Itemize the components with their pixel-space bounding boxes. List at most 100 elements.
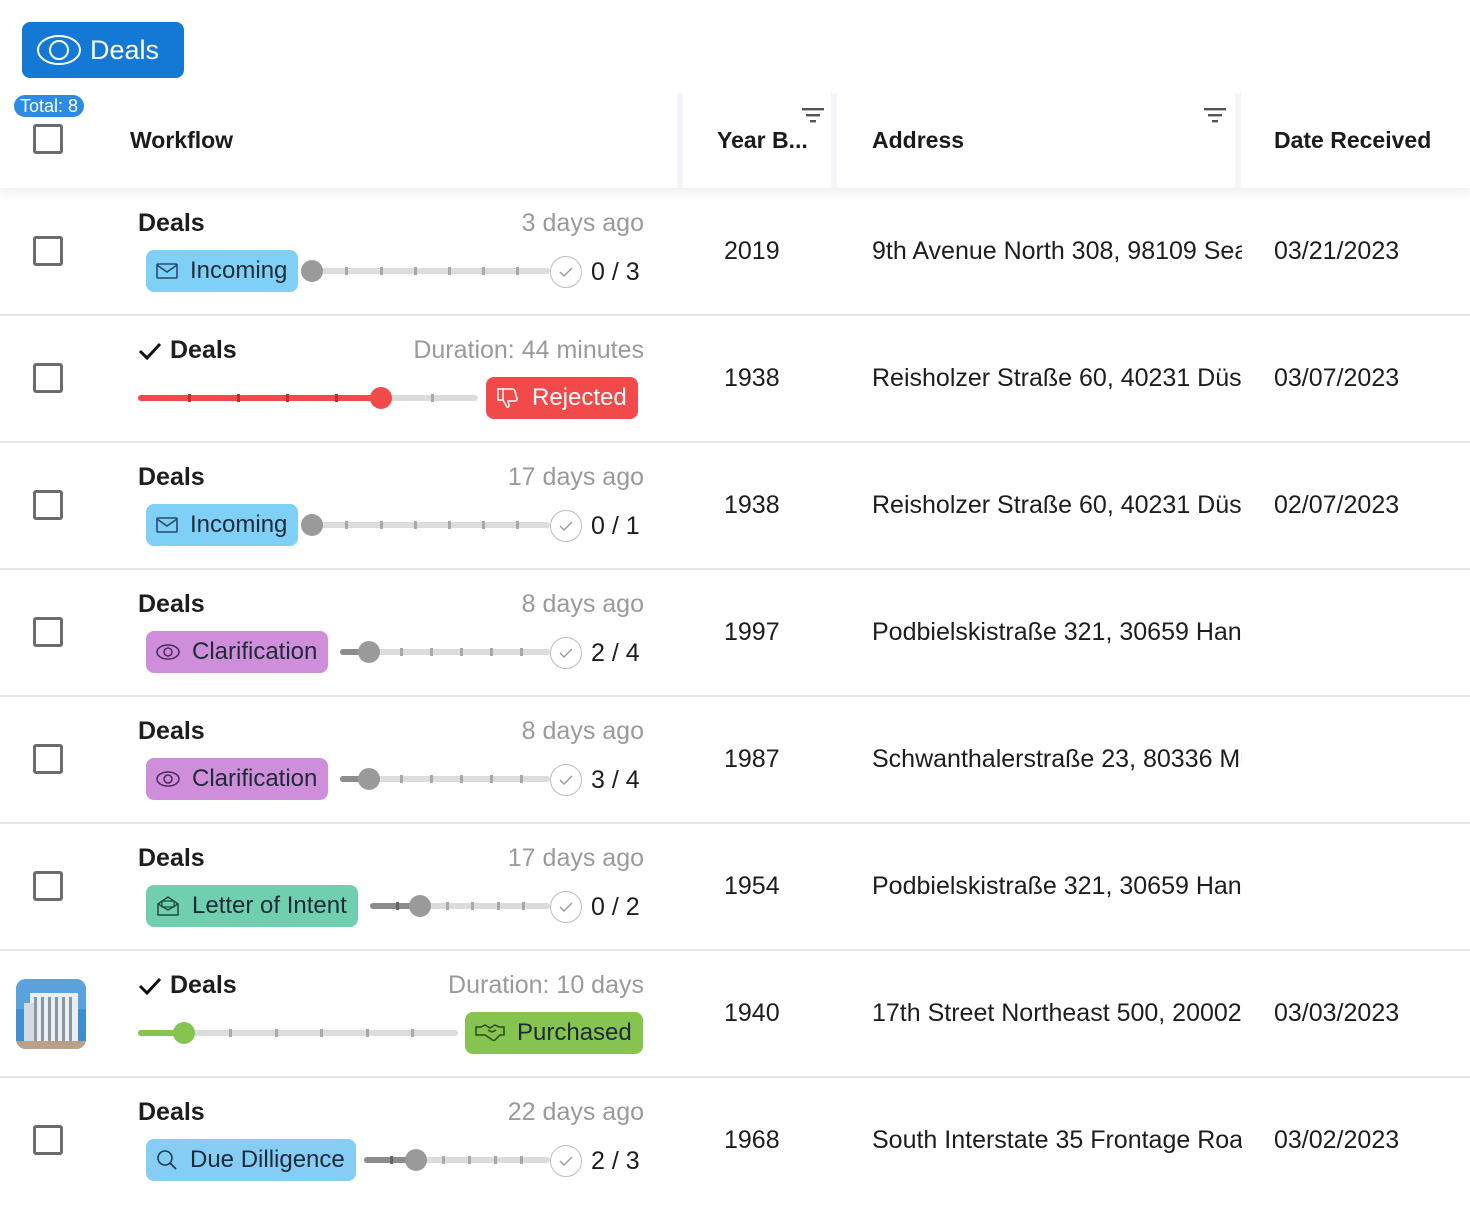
table-row[interactable]: Deals 17 days ago Incoming 0 / 1 1938 Re… xyxy=(0,443,1470,570)
progress-knob[interactable] xyxy=(358,641,380,663)
column-divider[interactable] xyxy=(677,93,683,188)
eye-icon xyxy=(156,643,180,661)
address-cell: Podbielskistraße 321, 30659 Hannover xyxy=(872,618,1242,646)
address-cell: South Interstate 35 Frontage Road xyxy=(872,1126,1242,1154)
address-cell: 9th Avenue North 308, 98109 Seattle xyxy=(872,237,1242,265)
column-divider[interactable] xyxy=(831,93,837,188)
thumbs-down-icon xyxy=(496,387,520,409)
table-row[interactable]: Deals 17 days ago Letter of Intent 0 / 2… xyxy=(0,824,1470,951)
workflow-duration: Duration: 44 minutes xyxy=(413,336,644,364)
address-cell: Reisholzer Straße 60, 40231 Düsseldorf xyxy=(872,364,1242,392)
year-built-cell: 1997 xyxy=(724,618,780,646)
column-header-workflow[interactable]: Workflow xyxy=(130,93,233,188)
progress-count: 3 / 4 xyxy=(591,766,640,794)
status-badge[interactable]: Incoming xyxy=(146,504,299,546)
address-cell: Reisholzer Straße 60, 40231 Düsseldorf xyxy=(872,491,1242,519)
table-row[interactable]: Deals 8 days ago Clarification 2 / 4 199… xyxy=(0,570,1470,697)
row-checkbox[interactable] xyxy=(33,744,63,774)
progress-count: 0 / 1 xyxy=(591,512,640,540)
year-built-cell: 1987 xyxy=(724,745,780,773)
row-checkbox[interactable] xyxy=(33,363,63,393)
check-circle-icon xyxy=(550,510,582,542)
table-row[interactable]: Deals 22 days ago Due Dilligence 2 / 3 1… xyxy=(0,1078,1470,1205)
table-row[interactable]: Deals Duration: 44 minutes Rejected 1938… xyxy=(0,316,1470,443)
property-thumbnail[interactable] xyxy=(16,979,86,1049)
handshake-icon xyxy=(475,1023,505,1043)
column-header-date-received[interactable]: Date Received xyxy=(1274,93,1431,188)
date-received-cell: 03/03/2023 xyxy=(1274,999,1400,1027)
column-header-year-built[interactable]: Year B... xyxy=(717,93,808,188)
deals-view-button[interactable]: Deals xyxy=(22,22,184,78)
progress-knob[interactable] xyxy=(358,768,380,790)
year-built-cell: 2019 xyxy=(724,237,780,265)
envelope-open-icon xyxy=(156,895,180,917)
workflow-time: 17 days ago xyxy=(507,463,644,491)
filter-icon[interactable] xyxy=(1204,107,1226,123)
date-received-cell: 03/21/2023 xyxy=(1274,237,1400,265)
progress-count: 2 / 3 xyxy=(591,1147,640,1175)
workflow-time: 3 days ago xyxy=(521,209,644,237)
eye-icon xyxy=(36,33,82,67)
year-built-cell: 1968 xyxy=(724,1126,780,1154)
year-built-cell: 1940 xyxy=(724,999,780,1027)
table-header: Workflow Year B... Address Date Received xyxy=(0,93,1470,188)
status-badge[interactable]: Purchased xyxy=(465,1012,643,1054)
address-cell: 17th Street Northeast 500, 20002 Washing… xyxy=(872,999,1242,1027)
row-checkbox[interactable] xyxy=(33,617,63,647)
status-badge[interactable]: Due Dilligence xyxy=(146,1139,356,1181)
row-checkbox[interactable] xyxy=(33,490,63,520)
date-received-cell: 03/07/2023 xyxy=(1274,364,1400,392)
address-cell: Schwanthalerstraße 23, 80336 München xyxy=(872,745,1242,773)
deals-view-label: Deals xyxy=(90,34,160,65)
workflow-time: 8 days ago xyxy=(521,590,644,618)
workflow-title: Deals xyxy=(138,590,205,618)
address-cell: Podbielskistraße 321, 30659 Hannover xyxy=(872,872,1242,900)
status-badge[interactable]: Letter of Intent xyxy=(146,885,358,927)
date-received-cell: 03/02/2023 xyxy=(1274,1126,1400,1154)
checkmark-icon xyxy=(138,977,162,995)
status-badge[interactable]: Clarification xyxy=(146,631,329,673)
progress-knob[interactable] xyxy=(370,387,392,409)
table-row[interactable]: Deals Duration: 10 days Purchased 1940 1… xyxy=(0,951,1470,1078)
filter-icon[interactable] xyxy=(802,107,824,123)
status-badge[interactable]: Incoming xyxy=(146,250,299,292)
date-received-cell xyxy=(1274,697,1454,822)
workflow-title: Deals xyxy=(138,1098,205,1126)
total-count-badge: Total: 8 xyxy=(14,95,85,117)
year-built-cell: 1938 xyxy=(724,491,780,519)
progress-knob[interactable] xyxy=(409,895,431,917)
status-badge[interactable]: Rejected xyxy=(486,377,638,419)
workflow-title: Deals xyxy=(138,463,205,491)
progress-knob[interactable] xyxy=(301,260,323,282)
column-divider[interactable] xyxy=(1235,93,1241,188)
table-row[interactable]: Deals 3 days ago Incoming 0 / 3 2019 9th… xyxy=(0,189,1470,316)
check-circle-icon xyxy=(550,256,582,288)
search-icon xyxy=(156,1149,178,1171)
progress-count: 0 / 3 xyxy=(591,258,640,286)
workflow-time: 17 days ago xyxy=(507,844,644,872)
mail-icon xyxy=(156,517,178,533)
select-all-checkbox[interactable] xyxy=(33,124,63,154)
row-checkbox[interactable] xyxy=(33,236,63,266)
checkmark-icon xyxy=(138,342,162,360)
workflow-title: Deals xyxy=(138,336,237,365)
workflow-title: Deals xyxy=(138,971,237,1000)
workflow-time: 22 days ago xyxy=(507,1098,644,1126)
progress-knob[interactable] xyxy=(173,1022,195,1044)
mail-icon xyxy=(156,263,178,279)
check-circle-icon xyxy=(550,891,582,923)
progress-knob[interactable] xyxy=(405,1149,427,1171)
progress-count: 2 / 4 xyxy=(591,639,640,667)
row-checkbox[interactable] xyxy=(33,1125,63,1155)
date-received-cell: 02/07/2023 xyxy=(1274,491,1400,519)
workflow-title: Deals xyxy=(138,209,205,237)
check-circle-icon xyxy=(550,637,582,669)
workflow-title: Deals xyxy=(138,717,205,745)
progress-knob[interactable] xyxy=(301,514,323,536)
table-row[interactable]: Deals 8 days ago Clarification 3 / 4 198… xyxy=(0,697,1470,824)
workflow-duration: Duration: 10 days xyxy=(448,971,644,999)
check-circle-icon xyxy=(550,764,582,796)
status-badge[interactable]: Clarification xyxy=(146,758,329,800)
column-header-address[interactable]: Address xyxy=(872,93,964,188)
row-checkbox[interactable] xyxy=(33,871,63,901)
